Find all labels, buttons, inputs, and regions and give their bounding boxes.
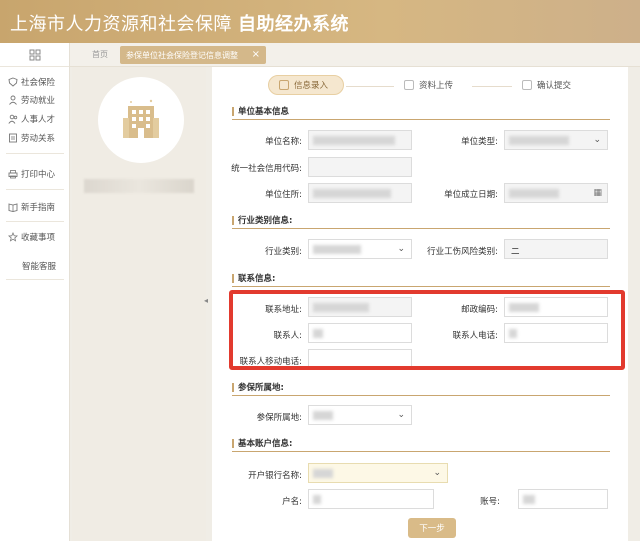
redacted-value — [313, 245, 361, 254]
risk-type-field[interactable]: 二 — [504, 239, 608, 259]
sidebar-divider — [6, 279, 64, 280]
redacted-value — [313, 469, 333, 478]
account-name-field[interactable] — [308, 489, 434, 509]
app-title: 上海市人力资源和社会保障 自助经办系统 — [10, 14, 349, 35]
chevron-down-icon: ⌄ — [433, 468, 441, 478]
chevron-down-icon: ⌄ — [593, 135, 601, 145]
label-risk-type: 行业工伤风险类别: — [427, 247, 498, 257]
sidebar-item-print-center[interactable]: 打印中心 — [8, 167, 55, 181]
sidebar-item-smart-service[interactable]: 智能客服 — [22, 259, 56, 273]
unit-name-redacted — [84, 179, 194, 193]
building-icon — [123, 99, 159, 138]
sidebar-item-favorites[interactable]: 收藏事项 — [8, 230, 55, 244]
redacted-value — [313, 495, 321, 504]
unit-type-select[interactable]: ⌄ — [504, 130, 608, 150]
tab-unit-insurance-info-adjust[interactable]: 参保单位社会保险登记信息调整 × — [120, 46, 266, 64]
step-info-entry[interactable]: 信息录入 — [268, 75, 344, 95]
chevron-down-icon: ⌄ — [397, 410, 405, 420]
upload-icon — [404, 80, 414, 90]
industry-type-select[interactable]: ⌄ — [308, 239, 412, 259]
label-address: 单位住所: — [265, 190, 302, 200]
tab-close-icon[interactable]: × — [252, 49, 260, 60]
section-divider — [232, 228, 610, 229]
section-title-account: 基本账户信息: — [232, 437, 292, 449]
redacted-value — [509, 189, 559, 198]
document-icon — [9, 133, 17, 143]
step-upload[interactable]: 资料上传 — [394, 75, 484, 95]
label-bank: 开户银行名称: — [248, 471, 302, 481]
tab-home[interactable]: 首页 — [92, 49, 108, 60]
section-title-basic: 单位基本信息 — [232, 105, 289, 117]
section-divider — [232, 451, 610, 452]
section-divider — [232, 286, 610, 287]
section-title-location: 参保所属地: — [232, 381, 284, 393]
app-header: 上海市人力资源和社会保障 自助经办系统 — [0, 0, 640, 43]
grid-icon — [29, 49, 40, 60]
printer-icon — [8, 170, 18, 179]
calendar-icon: ▦ — [593, 188, 602, 198]
star-icon — [8, 232, 18, 242]
sidebar: 社会保险 劳动就业 人事人才 劳动关系 打印中心 新手指南 收藏事项 智能客服 — [0, 43, 70, 541]
label-account-no: 账号: — [480, 497, 500, 507]
label-account-name: 户名: — [282, 497, 302, 507]
collapse-arrow-icon[interactable]: ◂ — [204, 296, 212, 308]
section-title-industry: 行业类别信息: — [232, 214, 292, 226]
next-step-button[interactable]: 下一步 — [408, 518, 456, 538]
label-founded-date: 单位成立日期: — [444, 190, 498, 200]
label-unit-name: 单位名称: — [265, 137, 302, 147]
sidebar-item-personnel[interactable]: 人事人才 — [8, 112, 55, 126]
edit-icon — [279, 80, 289, 90]
bank-select[interactable]: ⌄ — [308, 463, 448, 483]
redacted-value — [509, 136, 569, 145]
address-field[interactable] — [308, 183, 412, 203]
section-divider — [232, 119, 610, 120]
unit-profile-panel — [72, 67, 206, 541]
sidebar-item-employment[interactable]: 劳动就业 — [8, 93, 55, 107]
avatar — [98, 77, 184, 163]
check-icon — [522, 80, 532, 90]
sidebar-divider — [6, 189, 64, 190]
person-icon — [9, 95, 17, 105]
redacted-value — [313, 411, 333, 420]
account-no-field[interactable] — [518, 489, 608, 509]
sidebar-divider — [6, 153, 64, 154]
label-unit-type: 单位类型: — [461, 137, 498, 147]
chevron-down-icon: ⌄ — [397, 244, 405, 254]
sidebar-divider — [6, 221, 64, 222]
section-title-contact: 联系信息: — [232, 272, 275, 284]
label-credit-code: 统一社会信用代码: — [231, 164, 302, 174]
redacted-value — [523, 495, 535, 504]
sidebar-item-labor-relations[interactable]: 劳动关系 — [8, 131, 55, 145]
step-indicator: 信息录入 资料上传 确认提交 — [212, 73, 628, 97]
redacted-value — [313, 189, 391, 198]
redacted-value — [313, 136, 395, 145]
label-industry-type: 行业类别: — [265, 247, 302, 257]
section-divider — [232, 395, 610, 396]
step-confirm[interactable]: 确认提交 — [512, 75, 602, 95]
people-icon — [8, 114, 18, 124]
unit-name-field[interactable] — [308, 130, 412, 150]
step-connector — [346, 86, 394, 87]
book-icon — [8, 203, 18, 212]
sidebar-item-beginner-guide[interactable]: 新手指南 — [8, 200, 55, 214]
highlight-box — [229, 290, 625, 370]
location-select[interactable]: ⌄ — [308, 405, 412, 425]
label-location: 参保所属地: — [256, 413, 302, 423]
tab-bar: 首页 参保单位社会保险登记信息调整 × — [70, 43, 640, 67]
grid-menu-toggle[interactable] — [0, 43, 69, 67]
sidebar-item-social-insurance[interactable]: 社会保险 — [8, 75, 55, 89]
founded-date-field[interactable]: ▦ — [504, 183, 608, 203]
shield-icon — [8, 77, 18, 87]
credit-code-field[interactable] — [308, 157, 412, 177]
